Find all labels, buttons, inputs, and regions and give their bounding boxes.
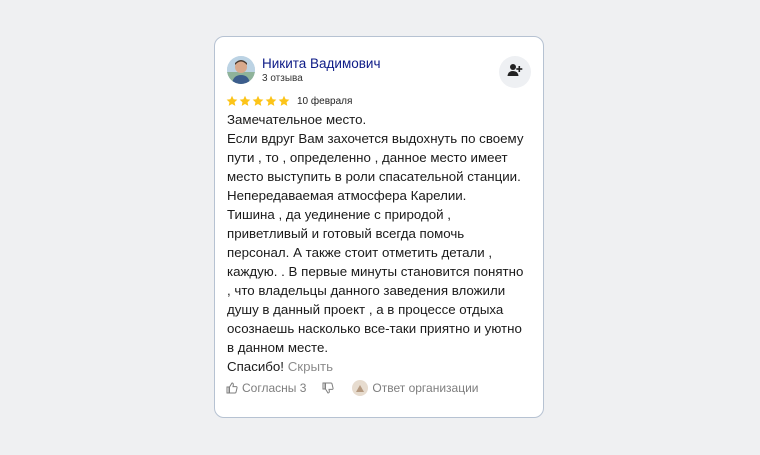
review-line: , что владельцы данного заведения вложил…	[227, 283, 506, 298]
star-icon	[265, 95, 277, 106]
review-card: Никита Вадимович 3 отзыва 10 февраля Зам…	[214, 36, 544, 418]
author-reviews-count: 3 отзыва	[262, 73, 303, 84]
review-text: Замечательное место. Если вдруг Вам захо…	[227, 110, 541, 376]
org-reply-button[interactable]: Ответ организации	[352, 380, 479, 396]
star-icon	[226, 95, 238, 106]
star-icon	[239, 95, 251, 106]
rating-stars	[226, 95, 290, 107]
review-line: Тишина , да уединение с природой ,	[227, 207, 451, 222]
author-avatar[interactable]	[227, 56, 255, 84]
review-line: место выступить в роли спасательной стан…	[227, 169, 521, 184]
disagree-button[interactable]	[322, 382, 334, 394]
star-icon	[252, 95, 264, 106]
review-date: 10 февраля	[297, 95, 353, 107]
review-line: пути , то , определенно , данное место и…	[227, 150, 508, 165]
review-meta: 10 февраля	[226, 94, 352, 108]
review-line: персонал. А также стоит отметить детали …	[227, 245, 493, 260]
agree-label: Согласны 3	[242, 381, 307, 395]
author-name[interactable]: Никита Вадимович	[262, 56, 381, 71]
review-closing: Спасибо!	[227, 359, 284, 374]
thumb-up-icon	[226, 382, 238, 394]
agree-button[interactable]: Согласны 3	[226, 381, 306, 395]
hide-review-link[interactable]: Скрыть	[288, 359, 333, 374]
org-reply-label: Ответ организации	[372, 381, 479, 395]
review-line: каждую. . В первые минуты становится пон…	[227, 264, 524, 279]
person-add-icon	[507, 63, 523, 82]
review-line: в данном месте.	[227, 340, 329, 355]
review-line: приветливый и готовый всегда помочь	[227, 226, 465, 241]
review-actions: Согласны 3 Ответ организации	[226, 379, 479, 397]
review-line: Замечательное место.	[227, 112, 367, 127]
review-line: осознаешь насколько все-таки приятно и у…	[227, 321, 522, 336]
review-line: душу в данный проект , а в процессе отды…	[227, 302, 504, 317]
thumb-down-icon	[322, 382, 334, 394]
subscribe-button[interactable]	[499, 56, 531, 88]
organization-avatar	[352, 380, 369, 396]
review-line: Непередаваемая атмосфера Карелии.	[227, 188, 467, 203]
review-line: Если вдруг Вам захочется выдохнуть по св…	[227, 131, 524, 146]
star-icon	[278, 95, 290, 106]
